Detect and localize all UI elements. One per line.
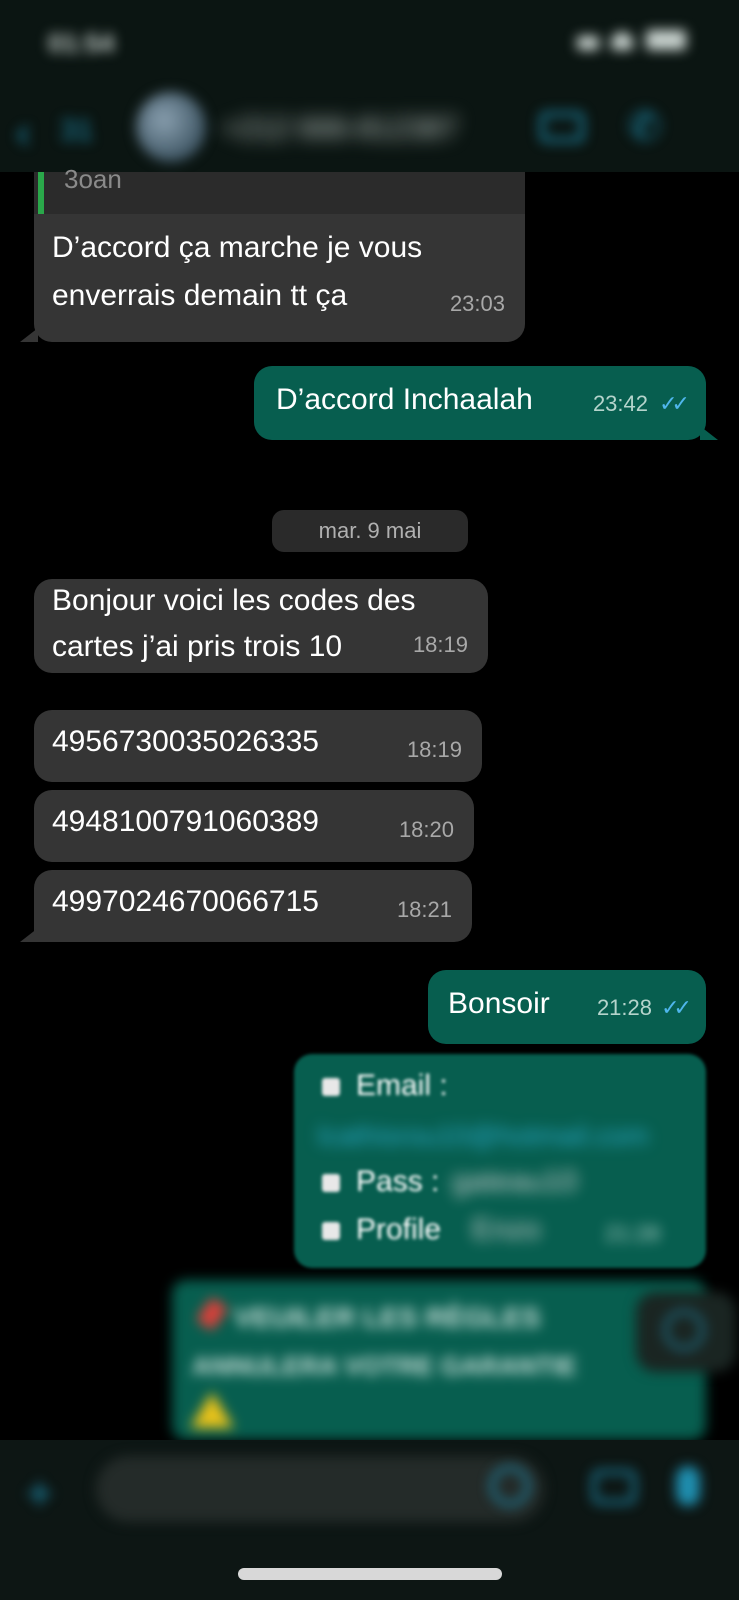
chevron-down-icon — [664, 1310, 704, 1350]
message-time: 21:28 — [604, 1221, 660, 1246]
message-text-line: D’accord ça marche je vous — [52, 231, 423, 264]
message-incoming[interactable]: 4997024670066715 18:21 — [34, 870, 472, 942]
message-time: 18:19 — [412, 632, 468, 657]
message-text-line: cartes j’ai pris trois 10 — [52, 630, 343, 663]
message-text-line: Bonjour voici les codes des — [52, 584, 416, 617]
date-separator: mar. 9 mai — [272, 510, 468, 552]
message-text: D’accord Inchaalah — [276, 383, 533, 416]
message-time: 18:21 — [396, 897, 452, 922]
scroll-down-button[interactable] — [636, 1292, 736, 1372]
message-text: 4997024670066715 — [52, 885, 319, 918]
message-time: 23:03 — [449, 291, 505, 316]
message-incoming[interactable]: 4956730035026335 18:19 — [34, 710, 482, 782]
avatar[interactable] — [136, 92, 206, 162]
chat-header: 01:54 ‹ 31 +212 666-812387 ✆ — [0, 0, 739, 172]
message-incoming[interactable]: 4948100791060389 18:20 — [34, 790, 474, 862]
email-value: lcathisrou10@hotmail.com — [318, 1120, 649, 1151]
bullet-square-icon — [322, 1078, 340, 1096]
chevron-left-icon[interactable]: ‹ — [16, 108, 31, 158]
message-text: Bonsoir — [448, 987, 550, 1020]
home-indicator — [238, 1568, 502, 1580]
pin-icon — [195, 1296, 229, 1332]
camera-icon[interactable] — [592, 1470, 636, 1504]
warning-line: VEUILER LES RÈGLES — [234, 1302, 541, 1333]
message-time: 23:42 — [592, 391, 648, 416]
warning-line: ANNULERA VOTRE GARANTIE — [192, 1351, 577, 1381]
wifi-icon — [611, 32, 634, 50]
double-check-icon: ✓✓ — [661, 995, 692, 1020]
profile-value: Enzo — [472, 1213, 541, 1246]
message-time: 18:20 — [398, 817, 454, 842]
message-outgoing[interactable]: Email : lcathisrou10@hotmail.com Pass : … — [294, 1054, 706, 1268]
signal-icon — [577, 36, 599, 50]
bullet-square-icon — [322, 1174, 340, 1192]
bubble-tail — [20, 328, 38, 342]
message-time: 21:28 — [596, 995, 652, 1020]
profile-label: Profile — [356, 1213, 442, 1246]
quote-accent-bar — [38, 172, 44, 218]
warning-triangle-icon — [190, 1392, 234, 1428]
message-time: 18:19 — [406, 737, 462, 762]
battery-icon — [645, 30, 686, 50]
status-icons — [569, 30, 699, 52]
message-outgoing[interactable]: D’accord Inchaalah 23:42 ✓✓ — [254, 366, 706, 440]
bubble-tail — [20, 928, 38, 942]
sticker-icon[interactable] — [490, 1466, 530, 1506]
message-text: 4948100791060389 — [52, 805, 319, 838]
message-text-line: enverrais demain tt ça — [52, 279, 348, 312]
status-time: 01:54 — [48, 28, 115, 58]
contact-name[interactable]: +212 666-812387 — [222, 112, 458, 146]
message-text: 4956730035026335 — [52, 725, 319, 758]
bullet-square-icon — [322, 1222, 340, 1240]
bubble-tail — [700, 426, 718, 440]
phone-icon[interactable]: ✆ — [628, 104, 662, 150]
plus-icon[interactable]: + — [26, 1466, 53, 1520]
message-incoming[interactable]: D’accord ça marche je vous enverrais dem… — [34, 214, 525, 342]
pass-value: gateau10 — [452, 1165, 578, 1198]
message-incoming[interactable]: Bonjour voici les codes des cartes j’ai … — [34, 579, 488, 673]
quote-sender: 3oan — [64, 164, 122, 194]
pass-label: Pass : — [356, 1165, 440, 1198]
microphone-icon[interactable] — [676, 1466, 700, 1506]
message-outgoing[interactable]: VEUILER LES RÈGLES ANNULERA VOTRE GARANT… — [172, 1280, 706, 1440]
email-label: Email : — [356, 1069, 448, 1102]
double-check-icon: ✓✓ — [659, 391, 690, 416]
message-outgoing[interactable]: Bonsoir 21:28 ✓✓ — [428, 970, 706, 1044]
message-input[interactable] — [96, 1456, 544, 1522]
video-call-icon[interactable] — [540, 112, 584, 142]
back-unread-count[interactable]: 31 — [60, 114, 93, 148]
